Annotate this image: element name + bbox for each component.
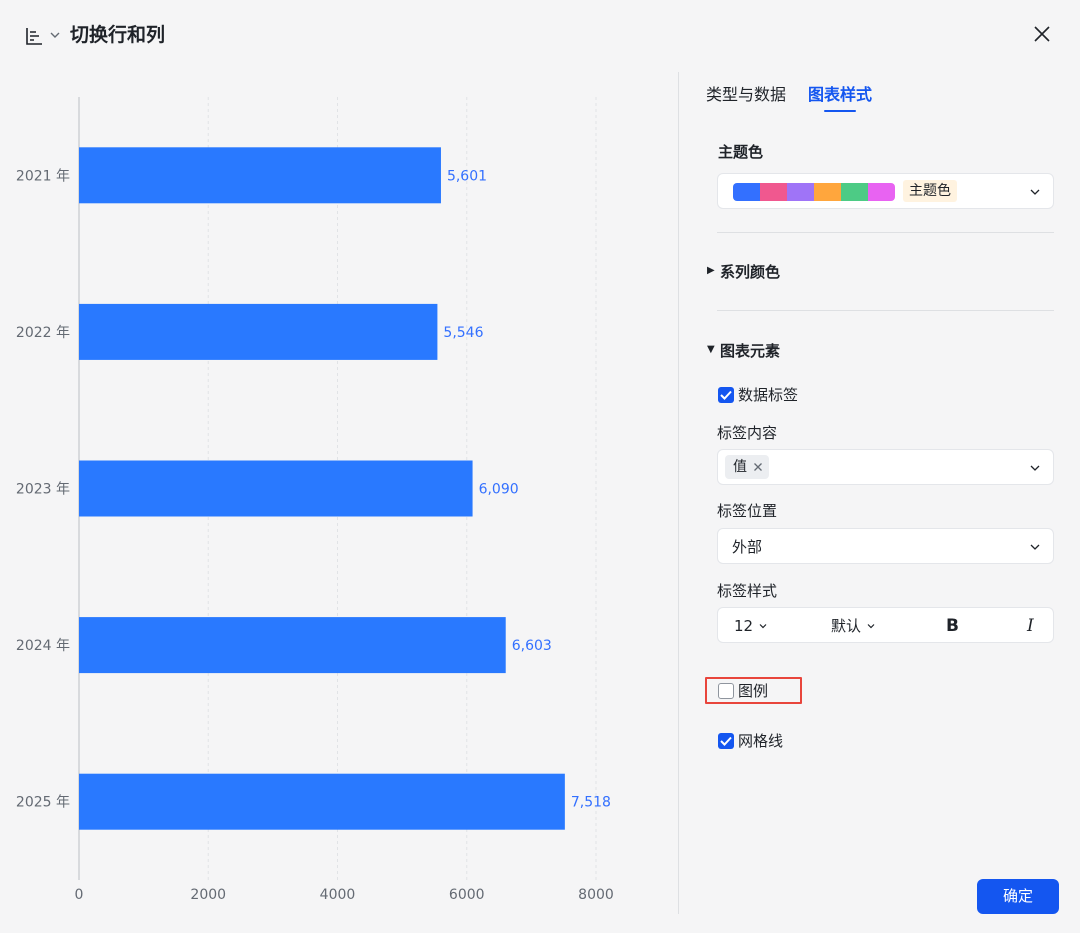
x-tick-label: 8000 <box>578 887 614 903</box>
value-tag-text: 值 <box>733 459 747 475</box>
font-family-value: 默认 <box>831 617 862 635</box>
category-label: 2025 年 <box>16 795 70 811</box>
category-label: 2023 年 <box>16 482 70 498</box>
theme-name-badge: 主题色 <box>903 180 957 202</box>
bar-chart: 0 2000 4000 6000 8000 5,601 2021 年 5,546 2022 年 6… <box>16 97 614 903</box>
bar-value-label: 7,518 <box>571 795 611 811</box>
label-content-label: 标签内容 <box>717 424 778 442</box>
caret-right-icon[interactable]: ▶ <box>707 261 715 281</box>
value-tag: 值 <box>725 455 769 479</box>
page-title: 切换行和列 <box>70 24 166 46</box>
bar-value-label: 6,603 <box>512 638 552 654</box>
label-position-label: 标签位置 <box>717 502 778 520</box>
label-style-toolbar: 12 默认 B I <box>717 607 1054 643</box>
theme-swatch <box>787 183 814 201</box>
bar <box>79 617 506 674</box>
bar-chart-icon[interactable] <box>24 26 44 46</box>
data-labels-checkbox[interactable] <box>718 387 734 403</box>
active-tab-indicator <box>824 110 856 112</box>
gridlines-checkbox[interactable] <box>718 733 734 749</box>
theme-color-label: 主题色 <box>718 143 764 161</box>
x-tick-label: 6000 <box>449 887 485 903</box>
label-position-value: 外部 <box>732 538 763 556</box>
category-label: 2024 年 <box>16 638 70 654</box>
check-icon <box>720 736 732 746</box>
bar <box>79 773 565 830</box>
bold-button[interactable]: B <box>946 616 959 636</box>
font-size-select[interactable]: 12 <box>734 616 768 636</box>
bar-value-label: 5,546 <box>443 325 483 341</box>
chart-elements-toggle[interactable]: 图表元素 <box>720 341 780 361</box>
label-content-select[interactable]: 值 <box>717 449 1054 485</box>
label-position-select[interactable]: 外部 <box>717 528 1054 564</box>
legend-label: 图例 <box>738 682 769 700</box>
chevron-down-icon <box>1030 544 1040 550</box>
gridlines-label: 网格线 <box>738 732 784 750</box>
check-icon <box>720 390 732 400</box>
font-size-value: 12 <box>734 617 754 635</box>
close-icon[interactable] <box>1030 22 1054 46</box>
section-divider <box>717 310 1054 311</box>
x-tick-label: 0 <box>75 887 84 903</box>
bar <box>79 147 441 204</box>
caret-down-icon[interactable]: ▼ <box>707 340 715 360</box>
remove-tag-icon[interactable] <box>753 462 763 472</box>
section-divider <box>717 232 1054 233</box>
chevron-down-icon <box>867 624 875 629</box>
font-family-select[interactable]: 默认 <box>831 616 876 636</box>
tab-type-and-data[interactable]: 类型与数据 <box>706 84 786 106</box>
bar-value-label: 5,601 <box>447 168 487 184</box>
bar <box>79 303 438 360</box>
chevron-down-icon <box>1030 189 1040 195</box>
italic-button[interactable]: I <box>1027 616 1034 636</box>
chevron-down-icon <box>759 624 767 629</box>
theme-swatch <box>814 183 841 201</box>
theme-swatches <box>733 183 895 201</box>
bar-value-label: 6,090 <box>479 482 519 498</box>
data-labels-label: 数据标签 <box>738 386 799 404</box>
category-label: 2021 年 <box>16 168 70 184</box>
theme-swatch <box>733 183 760 201</box>
chevron-down-icon <box>1030 465 1040 471</box>
confirm-button[interactable]: 确定 <box>977 879 1059 914</box>
chevron-down-icon[interactable] <box>49 28 61 42</box>
x-tick-label: 4000 <box>320 887 356 903</box>
theme-swatch <box>760 183 787 201</box>
bar <box>79 460 473 517</box>
panel-divider <box>678 72 679 914</box>
category-label: 2022 年 <box>16 325 70 341</box>
legend-checkbox[interactable] <box>718 683 734 699</box>
series-color-toggle[interactable]: 系列颜色 <box>720 262 780 282</box>
x-tick-label: 2000 <box>190 887 226 903</box>
tab-chart-style[interactable]: 图表样式 <box>808 84 872 106</box>
theme-swatch <box>868 183 895 201</box>
label-style-label: 标签样式 <box>717 582 778 600</box>
theme-color-select[interactable]: 主题色 <box>717 173 1054 209</box>
theme-swatch <box>841 183 868 201</box>
